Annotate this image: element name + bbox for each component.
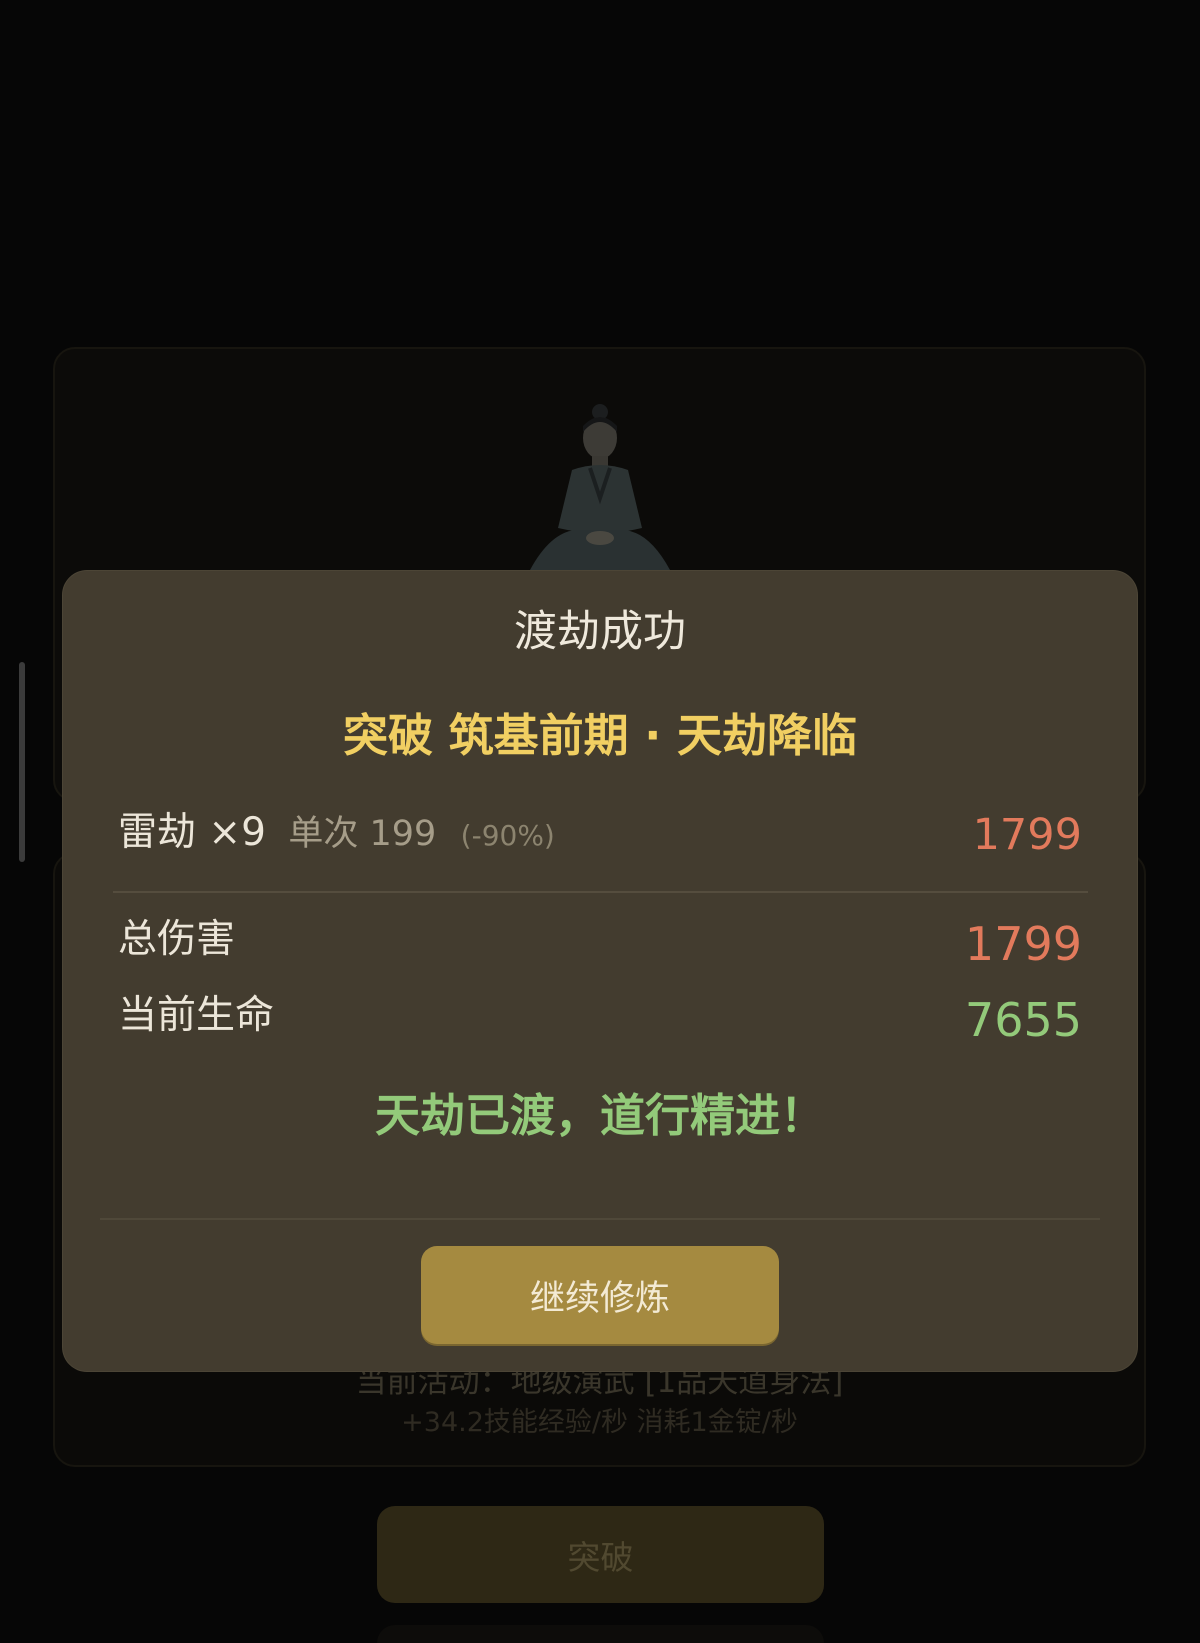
- meditating-cultivator-avatar: [530, 404, 670, 570]
- lightning-damage-value: 1799: [972, 810, 1082, 860]
- result-message: 天劫已渡，道行精进！: [374, 1089, 825, 1142]
- damage-reduction: (-90%): [460, 819, 555, 852]
- footer-divider: [100, 1218, 1100, 1220]
- lightning-name: 雷劫: [118, 810, 197, 855]
- lightning-count: ×9: [208, 810, 266, 855]
- single-hit-damage: 单次 199: [288, 814, 437, 854]
- total-damage-label: 总伤害: [118, 917, 236, 962]
- current-hp-value: 7655: [964, 993, 1082, 1047]
- activity-stats-text: +34.2技能经验/秒 消耗1金锭/秒: [401, 1407, 798, 1438]
- dialog-subtitle: 突破 筑基前期 · 天劫降临: [342, 709, 858, 762]
- total-damage-value: 1799: [964, 917, 1082, 971]
- bottom-button[interactable]: [377, 1625, 824, 1643]
- lightning-tribulation-label: 雷劫 ×9 单次 199 (-90%): [118, 807, 555, 862]
- divider: [113, 891, 1088, 893]
- continue-cultivation-button[interactable]: 继续修炼: [421, 1246, 779, 1344]
- current-hp-label: 当前生命: [118, 993, 275, 1038]
- breakthrough-button[interactable]: 突破: [377, 1506, 824, 1603]
- dialog-title: 渡劫成功: [514, 607, 686, 657]
- screen: 当前活动：地级演武 [1品天道身法] +34.2技能经验/秒 消耗1金锭/秒 突…: [0, 0, 1200, 1643]
